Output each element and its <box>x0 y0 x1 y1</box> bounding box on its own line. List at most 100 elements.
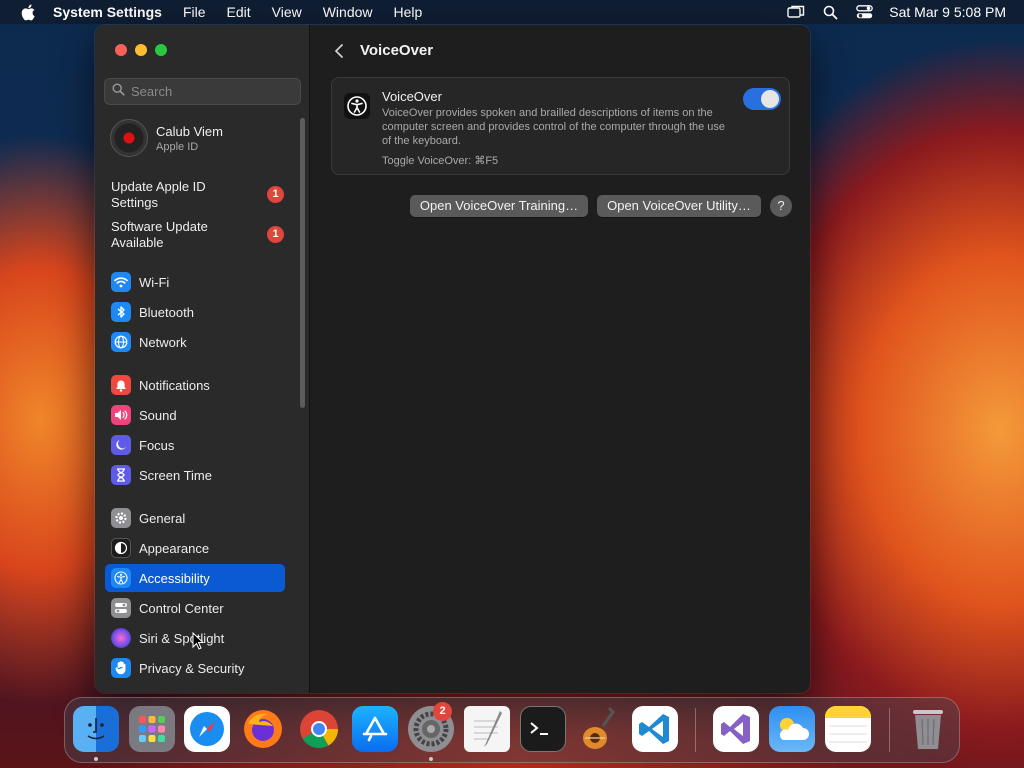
dock: 2 <box>64 697 960 763</box>
apple-menu-icon[interactable] <box>18 2 38 22</box>
zoom-window-button[interactable] <box>155 44 167 56</box>
search-field[interactable] <box>104 78 301 105</box>
sidebar-item-control-center[interactable]: Control Center <box>105 594 285 622</box>
search-icon <box>112 82 125 101</box>
open-voiceover-training-button[interactable]: Open VoiceOver Training… <box>410 195 588 217</box>
voiceover-shortcut: Toggle VoiceOver: ⌘F5 <box>382 155 499 167</box>
wifi-icon <box>111 272 131 292</box>
mouse-cursor-icon <box>192 631 205 655</box>
visual-studio-icon[interactable] <box>713 706 759 752</box>
sidebar-item-screen-time[interactable]: Screen Time <box>105 461 285 489</box>
sidebar-item-label: Siri & Spotlight <box>139 630 225 646</box>
toggles-icon <box>111 598 131 618</box>
sidebar-item-label: Appearance <box>139 540 210 556</box>
system-settings-window: Calub Viem Apple ID Update Apple ID Sett… <box>95 25 810 693</box>
help-button[interactable]: ? <box>770 195 792 217</box>
alert-label: Software Update Available <box>111 219 208 250</box>
firefox-icon[interactable] <box>240 706 286 752</box>
bluetooth-icon <box>111 302 131 322</box>
sidebar-item-label: Sound <box>139 407 177 423</box>
safari-icon[interactable] <box>184 706 230 752</box>
content-pane: VoiceOver VoiceOver VoiceOver provides s… <box>311 25 810 693</box>
control-center-icon[interactable] <box>855 4 873 20</box>
voiceover-card: VoiceOver VoiceOver provides spoken and … <box>331 77 790 175</box>
voiceover-icon <box>344 93 370 119</box>
sidebar-item-label: Bluetooth <box>139 304 194 320</box>
sidebar-item-wifi[interactable]: Wi-Fi <box>105 268 285 296</box>
sidebar-item-label: Control Center <box>139 600 224 616</box>
open-voiceover-utility-button[interactable]: Open VoiceOver Utility… <box>597 195 761 217</box>
menu-help[interactable]: Help <box>394 4 423 20</box>
siri-icon <box>111 628 131 648</box>
system-settings-badge: 2 <box>433 702 452 721</box>
dock-separator <box>695 708 696 752</box>
update-apple-id-item[interactable]: Update Apple ID Settings 1 <box>111 179 291 211</box>
garageband-icon[interactable] <box>576 706 622 752</box>
menu-file[interactable]: File <box>183 4 206 20</box>
sidebar-item-focus[interactable]: Focus <box>105 431 285 459</box>
voiceover-description: VoiceOver provides spoken and brailled d… <box>382 107 726 147</box>
page-title: VoiceOver <box>360 42 434 59</box>
textedit-icon[interactable] <box>464 706 510 752</box>
appearance-icon <box>111 538 131 558</box>
app-store-icon[interactable] <box>352 706 398 752</box>
weather-icon[interactable] <box>769 706 815 752</box>
sidebar-item-appearance[interactable]: Appearance <box>105 534 285 562</box>
sidebar-item-label: Wi-Fi <box>139 274 170 290</box>
close-window-button[interactable] <box>115 44 127 56</box>
sidebar-item-notifications[interactable]: Notifications <box>105 371 285 399</box>
sidebar-item-sound[interactable]: Sound <box>105 401 285 429</box>
sidebar-item-bluetooth[interactable]: Bluetooth <box>105 298 285 326</box>
voiceover-toggle[interactable] <box>743 88 781 110</box>
avatar <box>110 119 148 157</box>
sidebar-item-privacy-security[interactable]: Privacy & Security <box>105 654 285 682</box>
chrome-icon[interactable] <box>296 706 342 752</box>
sidebar-item-accessibility[interactable]: Accessibility <box>105 564 285 592</box>
alert-label: Update Apple ID Settings <box>111 179 206 210</box>
finder-icon[interactable] <box>73 706 119 752</box>
sidebar-item-label: Privacy & Security <box>139 660 245 676</box>
sidebar-item-label: General <box>139 510 186 526</box>
sidebar: Calub Viem Apple ID Update Apple ID Sett… <box>95 25 310 693</box>
notes-icon[interactable] <box>825 706 871 752</box>
sidebar-item-network[interactable]: Network <box>105 328 285 356</box>
hand-icon <box>111 658 131 678</box>
notification-badge: 1 <box>267 226 284 243</box>
vscode-icon[interactable] <box>632 706 678 752</box>
screen-mirroring-icon[interactable] <box>787 4 805 20</box>
voiceover-title: VoiceOver <box>382 89 442 104</box>
menubar-clock[interactable]: Sat Mar 9 5:08 PM <box>889 4 1006 20</box>
menu-app-name[interactable]: System Settings <box>53 4 162 20</box>
back-button[interactable] <box>331 41 347 61</box>
search-input[interactable] <box>131 84 291 99</box>
spotlight-search-icon[interactable] <box>821 4 839 20</box>
sidebar-item-label: Accessibility <box>139 570 210 586</box>
dock-separator <box>889 708 890 752</box>
accessibility-icon <box>111 568 131 588</box>
window-controls <box>115 44 167 56</box>
gear-icon <box>111 508 131 528</box>
profile-name: Calub Viem <box>156 123 223 139</box>
sidebar-scrollbar[interactable] <box>300 118 305 408</box>
apple-id-profile[interactable]: Calub Viem Apple ID <box>110 119 223 157</box>
trash-icon[interactable] <box>905 706 951 752</box>
finder-running-indicator <box>94 757 98 761</box>
bell-icon <box>111 375 131 395</box>
menu-edit[interactable]: Edit <box>227 4 251 20</box>
moon-icon <box>111 435 131 455</box>
sidebar-item-label: Screen Time <box>139 467 212 483</box>
software-update-item[interactable]: Software Update Available 1 <box>111 219 291 251</box>
hourglass-icon <box>111 465 131 485</box>
sidebar-item-label: Focus <box>139 437 175 453</box>
sidebar-item-general[interactable]: General <box>105 504 285 532</box>
menu-window[interactable]: Window <box>323 4 373 20</box>
minimize-window-button[interactable] <box>135 44 147 56</box>
launchpad-icon[interactable] <box>129 706 175 752</box>
globe-icon <box>111 332 131 352</box>
sidebar-item-label: Network <box>139 334 187 350</box>
speaker-icon <box>111 405 131 425</box>
menu-view[interactable]: View <box>272 4 302 20</box>
profile-subtitle: Apple ID <box>156 140 199 153</box>
terminal-icon[interactable] <box>520 706 566 752</box>
system-settings-running-indicator <box>429 757 433 761</box>
